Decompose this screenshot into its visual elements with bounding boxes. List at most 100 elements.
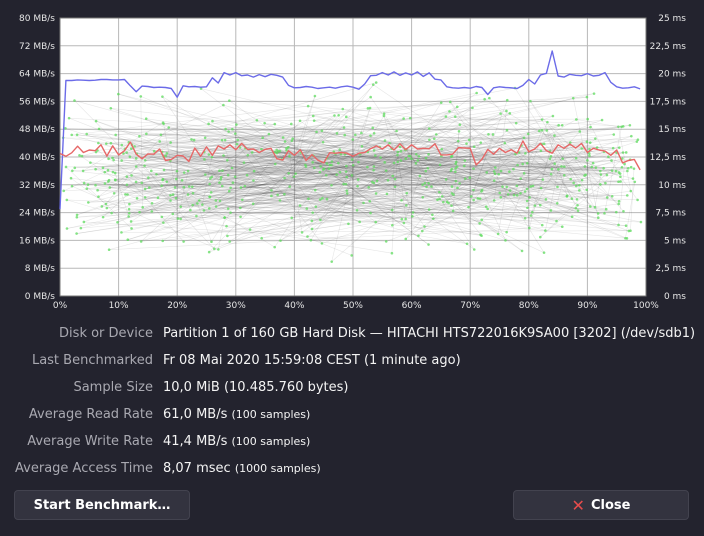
access-point [372,168,375,172]
access-point [320,129,324,133]
access-point [399,149,403,153]
access-point [273,122,277,126]
access-point [80,154,84,158]
access-point [182,240,185,243]
access-point [69,176,73,180]
access-point [546,120,549,124]
access-point [525,161,529,165]
access-point [583,174,586,177]
access-point [512,193,516,197]
access-point [440,147,444,151]
access-point [312,166,316,170]
access-point [369,134,372,137]
access-point [94,167,97,171]
start-benchmark-button[interactable]: Start Benchmark… [14,490,190,520]
access-point [438,190,441,194]
access-point [315,130,318,134]
access-point [583,165,587,168]
access-point [398,145,402,149]
access-point [520,249,524,253]
sample-size-label: Sample Size [73,380,153,395]
access-point [319,218,322,222]
access-point [588,154,591,157]
access-point [73,99,76,102]
access-point [488,96,491,100]
access-point [479,141,483,144]
access-point [125,151,128,154]
x-tick-label: 0% [53,301,68,311]
access-point [358,220,361,224]
access-point [372,149,376,152]
access-point [186,193,190,196]
access-point [225,224,228,228]
access-point [396,153,399,157]
access-point [278,199,282,202]
access-point [492,170,496,173]
access-point [631,177,635,180]
row-access-time: Average Access Time 8,07 msec (1000 samp… [0,459,704,479]
access-point [283,192,286,196]
access-point [231,181,235,185]
access-point [276,193,279,197]
y-left-tick-label: 16 MB/s [19,236,55,246]
access-point [94,183,97,187]
access-point [614,169,618,173]
access-point [353,133,357,137]
access-point [221,169,224,172]
access-point [171,193,175,196]
access-point [382,114,386,118]
read-rate-value-wrap: 61,0 MB/s (100 samples) [163,405,310,425]
close-button[interactable]: ✕ Close [513,490,689,520]
access-point [138,134,141,138]
access-point [350,254,353,257]
access-point [585,188,589,192]
access-point [260,236,263,240]
access-point [553,134,556,137]
access-point [604,207,608,211]
access-point [342,126,346,129]
access-point [300,231,304,234]
access-point [374,192,378,195]
access-point [542,251,546,254]
access-point [128,202,131,206]
access-point [73,166,77,170]
access-point [160,184,163,188]
access-point [82,181,86,185]
access-point [539,149,543,153]
access-point [400,198,403,202]
access-point [374,81,378,84]
y-left-tick-label: 40 MB/s [19,153,55,163]
access-point [360,145,364,148]
access-point [97,195,100,199]
access-point [330,163,333,167]
access-point [499,112,502,115]
access-point [448,100,452,104]
access-point [330,183,333,187]
access-point [508,112,512,115]
access-point [472,167,475,170]
access-point [345,175,349,179]
access-point [75,213,79,217]
access-point [107,248,111,252]
access-point [375,179,379,183]
write-rate-samples: (100 samples) [231,435,311,448]
access-point [182,171,186,174]
access-point [127,211,131,215]
access-point [239,206,242,210]
access-point [611,146,615,150]
access-point [444,115,448,118]
access-point [521,162,524,166]
access-point [104,202,108,206]
benchmark-chart: 0 MB/s 8 MB/s 16 MB/s 24 MB/s 32 MB/s 40 MB/s… [19,14,686,311]
access-point [617,180,620,184]
access-point [450,154,454,158]
access-point [310,219,314,223]
access-point [226,234,229,238]
access-point [399,159,403,162]
access-point [196,202,199,205]
access-point [519,192,522,195]
access-point [427,243,430,246]
access-point [404,237,408,241]
access-point [169,199,172,202]
access-point [281,136,285,139]
